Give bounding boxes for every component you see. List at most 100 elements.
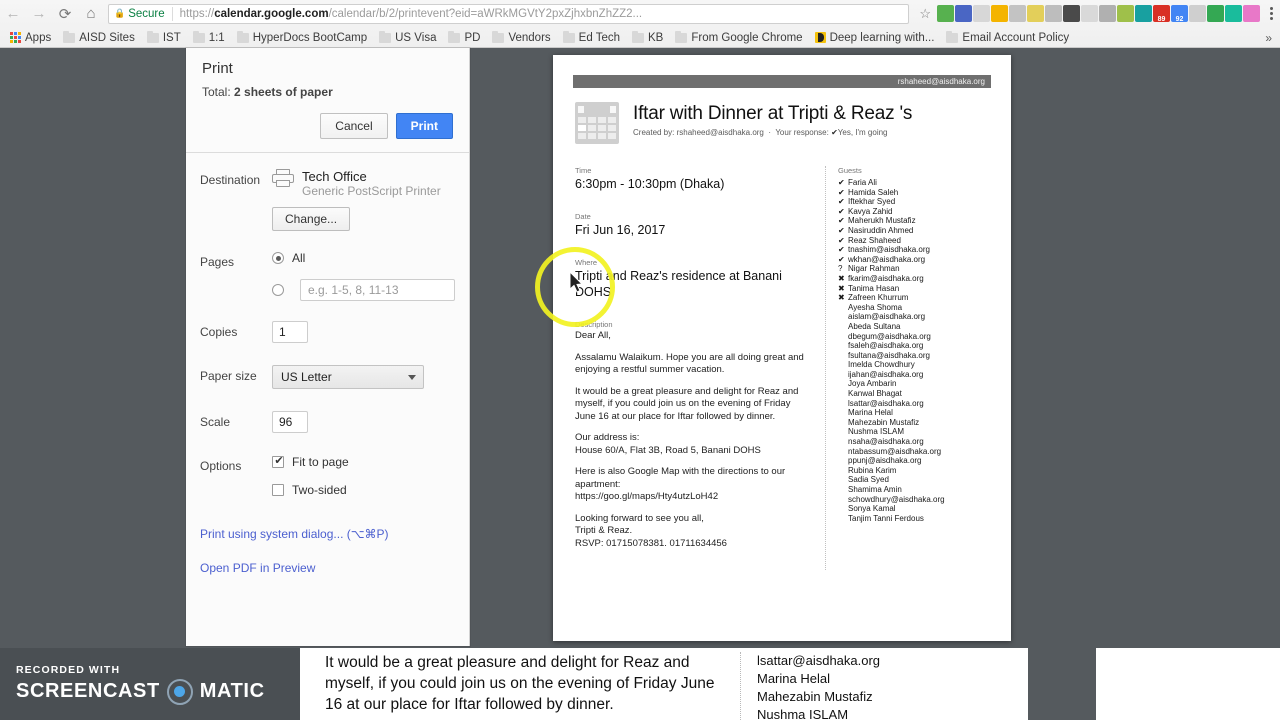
guest-name: Tanima Hasan (848, 283, 900, 293)
open-pdf-preview-link[interactable]: Open PDF in Preview (186, 555, 469, 581)
bookmark-from-google-chrome[interactable]: From Google Chrome (669, 30, 808, 44)
bookmark-label: KB (648, 31, 664, 44)
contacts-extension-icon[interactable] (937, 5, 954, 22)
two-sided-checkbox[interactable] (272, 484, 284, 496)
text-extension-icon[interactable] (1045, 5, 1062, 22)
guest-list-item: Marina Helal (838, 408, 989, 418)
guest-name: tnashim@aisdhaka.org (848, 245, 930, 255)
guest-response-icon (838, 341, 845, 351)
fit-to-page-option[interactable]: Fit to page (272, 454, 455, 469)
pages-all-radio[interactable] (272, 252, 284, 264)
question-extension-icon[interactable] (1189, 5, 1206, 22)
guest-name: lsattar@aisdhaka.org (848, 398, 924, 408)
guest-response-icon: ? (838, 264, 843, 274)
cancel-button[interactable]: Cancel (320, 113, 388, 139)
home-icon[interactable]: ⌂ (78, 1, 104, 27)
guest-name: wkhan@aisdhaka.org (848, 254, 926, 264)
guest-response-icon (838, 437, 845, 447)
guest-response-icon (838, 495, 845, 505)
slides-extension-icon[interactable] (955, 5, 972, 22)
bookmark-email-account-policy[interactable]: Email Account Policy (940, 30, 1075, 44)
note-extension-icon[interactable] (1009, 5, 1026, 22)
guest-response-icon (838, 418, 845, 428)
guest-list-item: ppunj@aisdhaka.org (838, 456, 989, 466)
browser-toolbar: ← → ⟳ ⌂ 🔒 Secure https://calendar.google… (0, 0, 1280, 27)
grammarly-extension-icon[interactable] (1135, 5, 1152, 22)
guest-name: Rubina Karim (848, 465, 897, 475)
play-extension-icon[interactable] (1081, 5, 1098, 22)
guest-name: schowdhury@aisdhaka.org (848, 494, 945, 504)
guest-name: Reaz Shaheed (848, 235, 901, 245)
print-system-dialog-link[interactable]: Print using system dialog... (⌥⌘P) (186, 521, 469, 547)
pink-extension-icon[interactable] (1243, 5, 1260, 22)
print-dialog-header: Print Total: 2 sheets of paper Cancel Pr… (186, 48, 469, 153)
scale-input[interactable]: 96 (272, 411, 308, 433)
change-destination-button[interactable]: Change... (272, 207, 351, 231)
field-label: Where (575, 258, 598, 267)
guest-list-item: ✔ Reaz Shaheed (838, 236, 989, 246)
bookmark-ed-tech[interactable]: Ed Tech (557, 30, 626, 44)
pages-range-option[interactable]: e.g. 1-5, 8, 11-13 (272, 279, 455, 301)
guest-response-icon (838, 504, 845, 514)
pages-range-input[interactable]: e.g. 1-5, 8, 11-13 (300, 279, 455, 301)
bookmarks-overflow-button[interactable]: » (1265, 31, 1280, 45)
guest-list-item: dbegum@aisdhaka.org (838, 332, 989, 342)
field-label: Date (575, 212, 591, 221)
bee-extension-icon[interactable] (1027, 5, 1044, 22)
drive-extension-icon[interactable] (1207, 5, 1224, 22)
bookmark-star-icon[interactable]: ☆ (913, 6, 937, 22)
fit-to-page-checkbox[interactable] (272, 454, 285, 468)
print-button[interactable]: Print (395, 113, 453, 139)
film-extension-icon[interactable] (1063, 5, 1080, 22)
bookmark-ist[interactable]: IST (141, 30, 187, 44)
gmail-extension-icon[interactable] (1153, 5, 1170, 23)
cloud-extension-icon[interactable] (973, 5, 990, 22)
guest-name: Zafreen Khurrum (848, 293, 909, 303)
guest-list-item: Sonya Kamal (838, 504, 989, 514)
gmail2-extension-icon[interactable] (1171, 5, 1188, 23)
bookmark-kb[interactable]: KB (626, 30, 669, 44)
kebab-menu-icon[interactable] (1262, 7, 1280, 20)
bookmark-deep-learning-with[interactable]: Deep learning with... (809, 32, 941, 44)
guest-list-item: Shamima Amin (838, 485, 989, 495)
folder-icon (562, 30, 575, 43)
watermark-brand-left: SCREENCAST (16, 680, 160, 702)
pages-range-radio[interactable] (272, 284, 284, 296)
bookmark-pd[interactable]: PD (442, 30, 486, 44)
description-paragraph: Looking forward to see you all, Tripti & … (575, 512, 727, 549)
reload-icon[interactable]: ⟳ (52, 1, 78, 27)
compass-extension-icon[interactable] (991, 5, 1008, 22)
apps-grid-icon (10, 32, 21, 43)
help-extension-icon[interactable] (1099, 5, 1116, 22)
next-page-guests-col: lsattar@aisdhaka.org Marina Helal Mahezabi… (740, 652, 990, 720)
paper-size-select[interactable]: US Letter (272, 365, 424, 389)
field-value: Fri Jun 16, 2017 (575, 223, 666, 237)
copies-input[interactable]: 1 (272, 321, 308, 343)
copies-label: Copies (200, 325, 238, 339)
guest-list-item: Mahezabin Mustafiz (838, 418, 989, 428)
scale-row: Scale 96 (186, 395, 469, 439)
hangouts-extension-icon[interactable] (1225, 5, 1242, 22)
address-bar[interactable]: 🔒 Secure https://calendar.google.com/cal… (108, 3, 910, 24)
bookmark-hyperdocs-bootcamp[interactable]: HyperDocs BootCamp (231, 30, 373, 44)
bookmark-us-visa[interactable]: US Visa (373, 30, 442, 44)
bookmark-aisd-sites[interactable]: AISD Sites (57, 30, 141, 44)
bookmark-label: PD (464, 31, 481, 44)
bookmark-label: US Visa (395, 31, 437, 44)
browser-chrome: ← → ⟳ ⌂ 🔒 Secure https://calendar.google… (0, 0, 1280, 48)
preview-guests-column: Guests ✔ Faria Ali ✔ Hamida Saleh ✔ Iftekhar … (825, 166, 989, 570)
printer-icon (272, 169, 294, 187)
pages-all-option[interactable]: All (272, 251, 455, 265)
back-arrow-icon[interactable]: ← (0, 1, 26, 27)
forward-arrow-icon[interactable]: → (26, 1, 52, 27)
response-value: Yes, I'm going (837, 128, 888, 137)
folder-icon (192, 30, 205, 43)
description-paragraph: Dear All, (575, 330, 611, 341)
bookmark-vendors[interactable]: Vendors (486, 30, 556, 44)
guest-list-item: ✖ Tanima Hasan (838, 284, 989, 294)
bookmark-apps[interactable]: Apps (4, 32, 57, 44)
bookmark-1-1[interactable]: 1:1 (187, 30, 231, 44)
chevron-down-icon (408, 375, 416, 380)
lamp-extension-icon[interactable] (1117, 5, 1134, 22)
two-sided-option[interactable]: Two-sided (272, 483, 455, 497)
